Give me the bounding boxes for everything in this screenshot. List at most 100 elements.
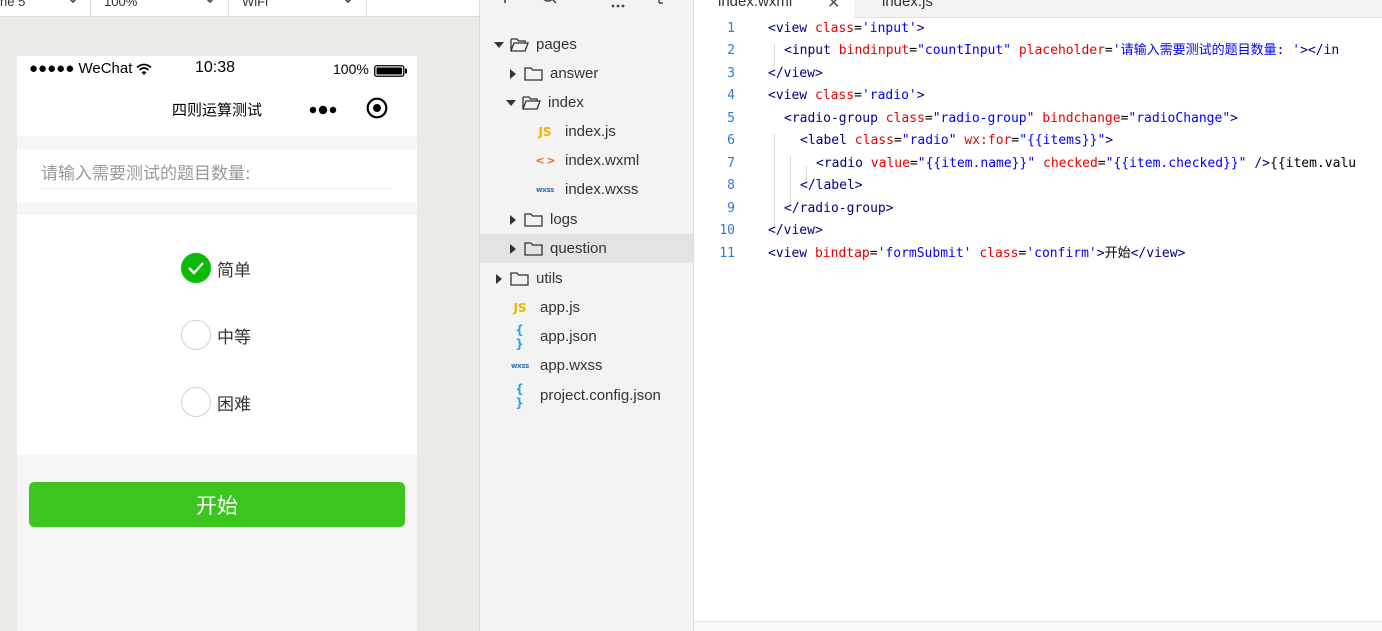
radio-option-hard[interactable]: 困难 — [181, 387, 251, 417]
tree-folder-logs[interactable]: logs — [480, 205, 693, 234]
radio-option-easy[interactable]: 简单 — [181, 253, 251, 283]
tree-label: app.js — [540, 299, 581, 316]
caret-right-icon[interactable] — [508, 68, 518, 79]
radio-circle-icon[interactable] — [181, 387, 211, 417]
caret-down-icon[interactable] — [506, 98, 516, 108]
code-token: <view — [768, 245, 815, 261]
network-select[interactable]: WiFi — [242, 0, 268, 16]
tree-file-index-wxss[interactable]: wxss index.wxss — [480, 175, 693, 204]
line-number: 9 — [727, 200, 735, 216]
code-line[interactable]: 3 </view> — [694, 63, 1382, 85]
code-line[interactable]: 7 <radio value="{{item.name}}" checked="{… — [694, 153, 1382, 175]
wifi-icon — [136, 63, 152, 80]
line-number: 8 — [727, 178, 735, 194]
tree-label: logs — [550, 211, 578, 228]
code-text: </view> — [768, 63, 823, 85]
tree-label: utils — [536, 270, 563, 287]
code-line[interactable]: 1 <view class='input'> — [694, 18, 1382, 40]
code-text: </label> — [800, 175, 863, 197]
tree-folder-index[interactable]: index — [480, 88, 693, 117]
tree-folder-question[interactable]: question — [480, 234, 693, 263]
line-number: 3 — [727, 65, 735, 81]
code-line[interactable]: 2 <input bindinput="countInput" placehold… — [694, 40, 1382, 62]
tree-folder-pages[interactable]: pages — [480, 30, 693, 59]
code-token: = — [854, 88, 862, 104]
code-token: "countInput" — [917, 43, 1011, 59]
code-token: class — [814, 88, 855, 104]
more-icon[interactable] — [611, 0, 625, 14]
simulator-panel: ne 5 100% WiFi ●●●●● WeChat 10:38 100% 四… — [0, 0, 480, 631]
code-token: </view> — [1130, 245, 1186, 261]
collapse-icon[interactable] — [657, 0, 669, 11]
code-token: > — [1096, 245, 1105, 261]
code-line[interactable]: 9 </radio-group> — [694, 198, 1382, 220]
code-token: placeholder — [1018, 43, 1105, 59]
folder-icon — [524, 212, 543, 227]
code-token: </label> — [800, 178, 863, 194]
tree-file-index-js[interactable]: JS index.js — [480, 117, 693, 146]
caret-right-icon[interactable] — [508, 243, 518, 254]
tree-folder-utils[interactable]: utils — [480, 264, 693, 293]
device-select[interactable]: ne 5 — [0, 0, 25, 16]
start-button[interactable]: 开始 — [29, 482, 405, 527]
close-icon[interactable]: ✕ — [827, 0, 840, 12]
zoom-select[interactable]: 100% — [104, 0, 137, 16]
tree-label: answer — [550, 65, 599, 82]
code-line[interactable]: 11 <view bindtap='formSubmit' class='conf… — [694, 243, 1382, 265]
tree-file-app-wxss[interactable]: wxss app.wxss — [480, 351, 693, 380]
input-section — [17, 149, 417, 203]
caret-right-icon[interactable] — [494, 273, 504, 284]
tree-file-project-config[interactable]: { } project.config.json — [480, 381, 693, 410]
code-token: </view> — [768, 223, 823, 239]
code-token: = — [1097, 155, 1106, 171]
code-token: > — [1230, 110, 1238, 126]
more-icon[interactable] — [309, 101, 337, 120]
code-text: <radio value="{{item.name}}" checked="{{… — [816, 153, 1356, 175]
tree-label: app.wxss — [540, 357, 603, 374]
radio-option-medium[interactable]: 中等 — [181, 320, 251, 350]
code-token: = — [1011, 133, 1020, 149]
code-token: "radio-group" — [932, 110, 1035, 126]
tab-index-js[interactable]: index.js — [882, 0, 1002, 18]
line-number: 4 — [727, 88, 735, 104]
code-token: checked — [1043, 155, 1098, 171]
code-token: = — [909, 155, 918, 171]
code-token: = — [924, 110, 933, 126]
radio-circle-icon[interactable] — [181, 320, 211, 350]
code-token: <label — [800, 133, 855, 149]
search-icon[interactable] — [542, 0, 558, 11]
code-line[interactable]: 8 </label> — [694, 175, 1382, 197]
capsule-close-icon[interactable] — [366, 97, 388, 123]
code-token: class — [814, 21, 855, 36]
count-input[interactable] — [41, 159, 392, 189]
caret-down-icon[interactable] — [494, 40, 504, 50]
code-line[interactable]: 10 </view> — [694, 220, 1382, 242]
tree-file-app-json[interactable]: { } app.json — [480, 322, 693, 351]
code-token: = — [1104, 43, 1113, 59]
tree-file-app-js[interactable]: JS app.js — [480, 293, 693, 322]
caret-right-icon[interactable] — [508, 214, 518, 225]
toolbar-divider — [90, 0, 91, 17]
carrier-label: ●●●●● WeChat — [29, 60, 133, 77]
tree-folder-answer[interactable]: answer — [480, 59, 693, 88]
tree-label: index.js — [565, 123, 616, 140]
tree-file-index-wxml[interactable]: < > index.wxml — [480, 146, 693, 175]
add-icon[interactable] — [498, 0, 512, 11]
code-line[interactable]: 5 <radio-group class="radio-group" bindch… — [694, 108, 1382, 130]
toolbar-divider — [228, 0, 229, 17]
code-token: "{{items}}" — [1019, 133, 1106, 149]
code-line[interactable]: 6 <label class="radio" wx:for="{{items}}"… — [694, 130, 1382, 152]
folder-icon — [510, 271, 529, 286]
check-icon[interactable] — [181, 253, 211, 283]
radio-label: 中等 — [217, 327, 251, 348]
code-token: </view> — [768, 65, 823, 81]
code-token: {{item.valu — [1270, 155, 1357, 171]
tree-toolbar — [480, 0, 693, 14]
code-line[interactable]: 4 <view class='radio'> — [694, 85, 1382, 107]
code-text: <label class="radio" wx:for="{{items}}"> — [800, 130, 1113, 152]
tree-label: pages — [536, 36, 577, 53]
code-token: > — [1105, 133, 1114, 149]
wxml-file-icon: < > — [535, 154, 555, 167]
tree-label: app.json — [540, 328, 597, 345]
